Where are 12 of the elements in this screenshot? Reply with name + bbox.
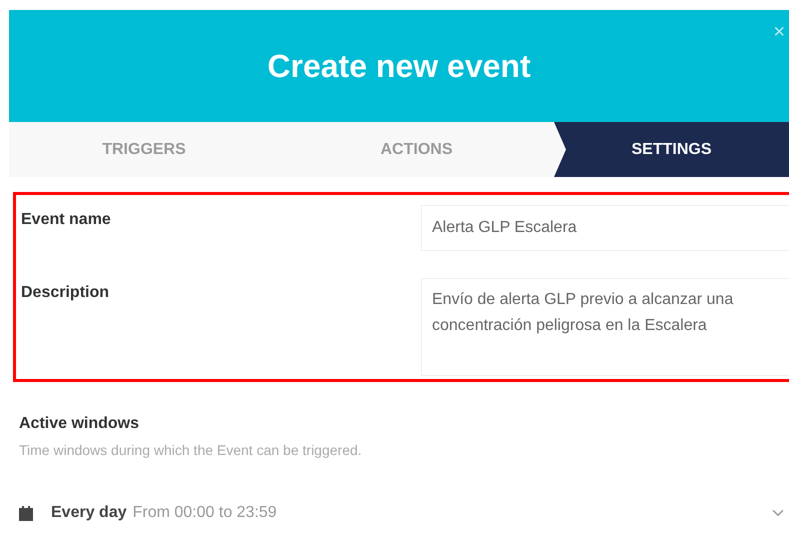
time-window-row[interactable]: Every day From 00:00 to 23:59: [19, 501, 789, 525]
event-name-field[interactable]: Alerta GLP Escalera: [421, 205, 789, 251]
dialog-title: Create new event: [267, 47, 531, 86]
section-hint: Time windows during which the Event can be triggered.: [19, 441, 363, 460]
calendar-icon: [19, 506, 33, 520]
field-label: Description: [21, 283, 110, 303]
description-field[interactable]: Envío de alerta GLP previo a alcanzar una concentración peligrosa en la Escalera: [421, 278, 789, 376]
window-range: From 00:00 to 23:59: [132, 503, 277, 523]
section-title: Active windows: [19, 414, 140, 434]
step-tab[interactable]: SETTINGS: [554, 122, 789, 177]
field-label: Event name: [21, 210, 112, 230]
window-name: Every day: [51, 503, 127, 523]
